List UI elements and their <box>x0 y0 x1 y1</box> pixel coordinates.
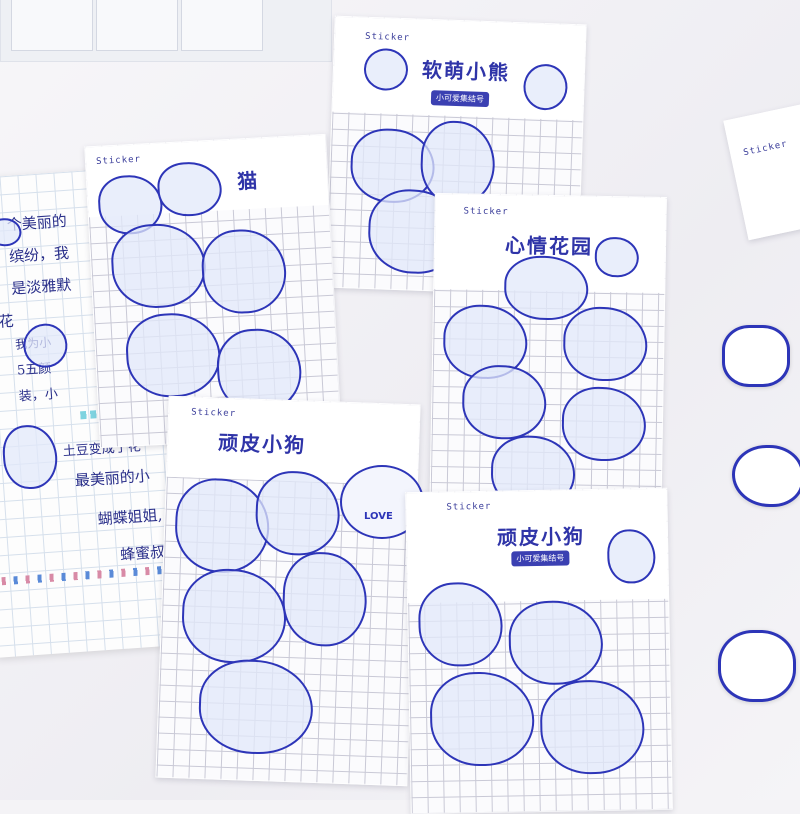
love-label: LOVE <box>364 511 393 522</box>
notebook-line: 缤纷，我 <box>8 243 70 266</box>
pack-subtitle: 小可爱集结号 <box>430 90 490 108</box>
cloud-doodle <box>594 236 640 278</box>
cloud-loose-sticker <box>718 630 796 702</box>
sticker-word: Sticker <box>742 139 789 159</box>
sticker-pack-dog-2: Sticker 顽皮小狗 小可爱集结号 <box>405 487 673 814</box>
sticker-pack-flower-garden: Sticker 心情花园 <box>429 193 667 529</box>
notebook-line: 昙花 <box>0 311 15 332</box>
pack-title: 猫 <box>236 168 260 194</box>
notebook-line: 蝴蝶姐姐, <box>97 505 163 529</box>
box-cell <box>96 0 178 51</box>
dog-sticker <box>254 469 342 557</box>
sticker-word: Sticker <box>463 206 509 218</box>
dog-sticker <box>508 599 604 686</box>
cat-sticker <box>124 310 223 400</box>
sticker-word: Sticker <box>364 31 411 44</box>
dog-sticker <box>281 550 369 648</box>
notebook-line: 蜂蜜叔 <box>119 542 166 564</box>
cloud-sticker <box>461 364 547 440</box>
dog-doodle <box>0 423 60 491</box>
cloud-sticker <box>562 306 648 382</box>
sticker-word: Sticker <box>190 407 237 420</box>
pack-title: 软萌小熊 <box>421 57 511 85</box>
dog-sticker <box>429 671 535 767</box>
dog-sticker <box>197 657 315 756</box>
bear-loose-sticker <box>722 325 790 387</box>
dog-sticker <box>180 567 288 665</box>
sticker-box-strip <box>0 0 332 62</box>
box-cell <box>11 0 93 51</box>
box-cell <box>181 0 263 51</box>
cat-sticker <box>109 221 208 311</box>
pack-subtitle: 小可爱集结号 <box>511 550 570 567</box>
pack-title: 顽皮小狗 <box>217 430 307 458</box>
pack-title: 顽皮小狗 <box>496 524 586 550</box>
sticker-pack-dog: Sticker 顽皮小狗 <box>155 395 421 787</box>
notebook-line: 装，小 <box>18 386 59 405</box>
sticker-word: Sticker <box>446 501 492 513</box>
notebook-line: 最美丽的小 <box>74 466 151 490</box>
cloud-sticker <box>561 386 647 462</box>
dog-sticker <box>539 679 646 775</box>
notebook-line: 是淡雅默 <box>10 275 72 298</box>
cat-sticker <box>199 227 289 316</box>
